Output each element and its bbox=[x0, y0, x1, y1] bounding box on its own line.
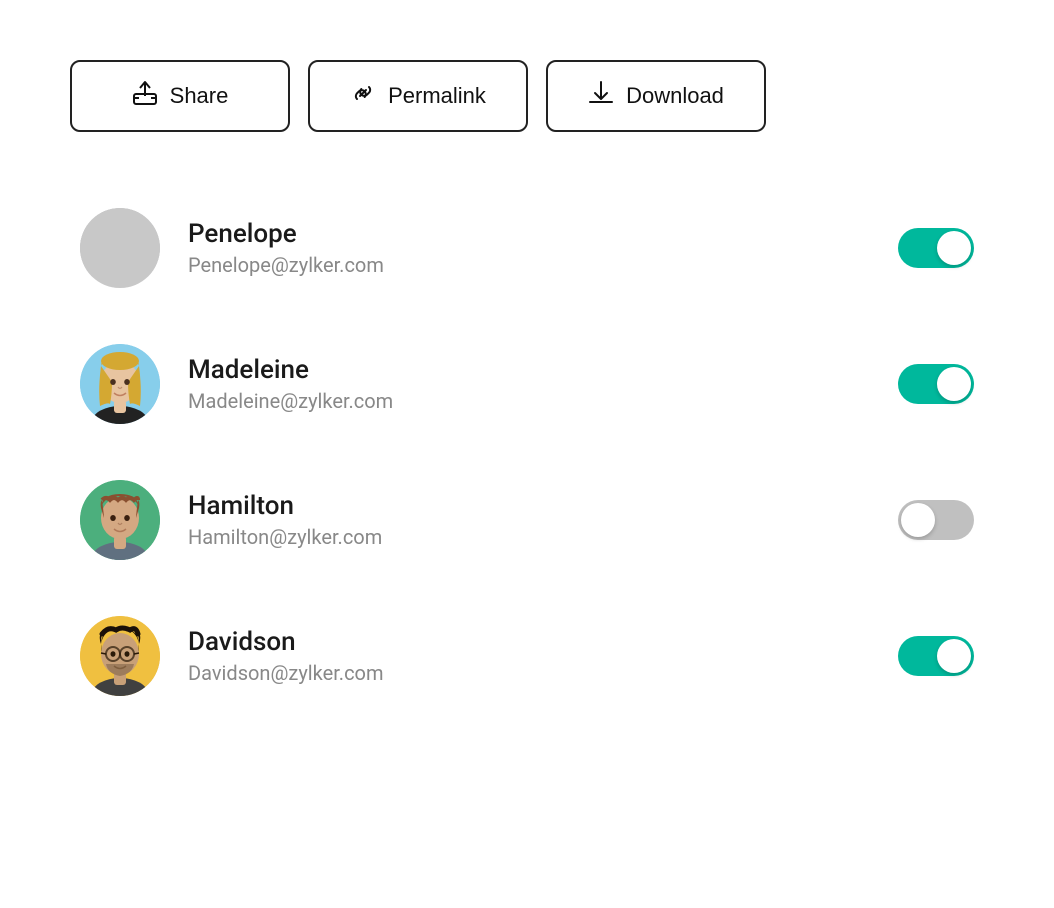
contact-email: Madeleine@zylker.com bbox=[188, 389, 870, 413]
contact-name: Penelope bbox=[188, 219, 870, 249]
permalink-icon bbox=[350, 80, 376, 112]
permalink-label: Permalink bbox=[388, 83, 486, 109]
contact-list: Penelope Penelope@zylker.com bbox=[60, 180, 994, 724]
download-label: Download bbox=[626, 83, 724, 109]
list-item: Madeleine Madeleine@zylker.com bbox=[60, 316, 994, 452]
toggle-container bbox=[898, 364, 974, 404]
share-icon bbox=[132, 80, 158, 112]
toggle-knob bbox=[937, 231, 971, 265]
download-icon bbox=[588, 80, 614, 112]
toggle-container bbox=[898, 500, 974, 540]
toggle-penelope[interactable] bbox=[898, 228, 974, 268]
toggle-hamilton[interactable] bbox=[898, 500, 974, 540]
toggle-track bbox=[898, 636, 974, 676]
contact-email: Davidson@zylker.com bbox=[188, 661, 870, 685]
contact-info: Madeleine Madeleine@zylker.com bbox=[188, 355, 870, 413]
toggle-track bbox=[898, 228, 974, 268]
toggle-davidson[interactable] bbox=[898, 636, 974, 676]
toggle-knob bbox=[937, 367, 971, 401]
avatar bbox=[80, 208, 160, 288]
toggle-container bbox=[898, 228, 974, 268]
toggle-track bbox=[898, 500, 974, 540]
share-button[interactable]: Share bbox=[70, 60, 290, 132]
contact-name: Davidson bbox=[188, 627, 870, 657]
toggle-container bbox=[898, 636, 974, 676]
contact-name: Hamilton bbox=[188, 491, 870, 521]
toggle-knob bbox=[901, 503, 935, 537]
list-item: Hamilton Hamilton@zylker.com bbox=[60, 452, 994, 588]
contact-name: Madeleine bbox=[188, 355, 870, 385]
contact-email: Hamilton@zylker.com bbox=[188, 525, 870, 549]
contact-info: Davidson Davidson@zylker.com bbox=[188, 627, 870, 685]
permalink-button[interactable]: Permalink bbox=[308, 60, 528, 132]
contact-email: Penelope@zylker.com bbox=[188, 253, 870, 277]
avatar bbox=[80, 344, 160, 424]
contact-info: Hamilton Hamilton@zylker.com bbox=[188, 491, 870, 549]
toggle-knob bbox=[937, 639, 971, 673]
share-label: Share bbox=[170, 83, 229, 109]
download-button[interactable]: Download bbox=[546, 60, 766, 132]
avatar bbox=[80, 480, 160, 560]
avatar bbox=[80, 616, 160, 696]
toggle-track bbox=[898, 364, 974, 404]
contact-info: Penelope Penelope@zylker.com bbox=[188, 219, 870, 277]
toggle-madeleine[interactable] bbox=[898, 364, 974, 404]
list-item: Davidson Davidson@zylker.com bbox=[60, 588, 994, 724]
list-item: Penelope Penelope@zylker.com bbox=[60, 180, 994, 316]
toolbar: Share Permalink Download bbox=[70, 60, 766, 132]
